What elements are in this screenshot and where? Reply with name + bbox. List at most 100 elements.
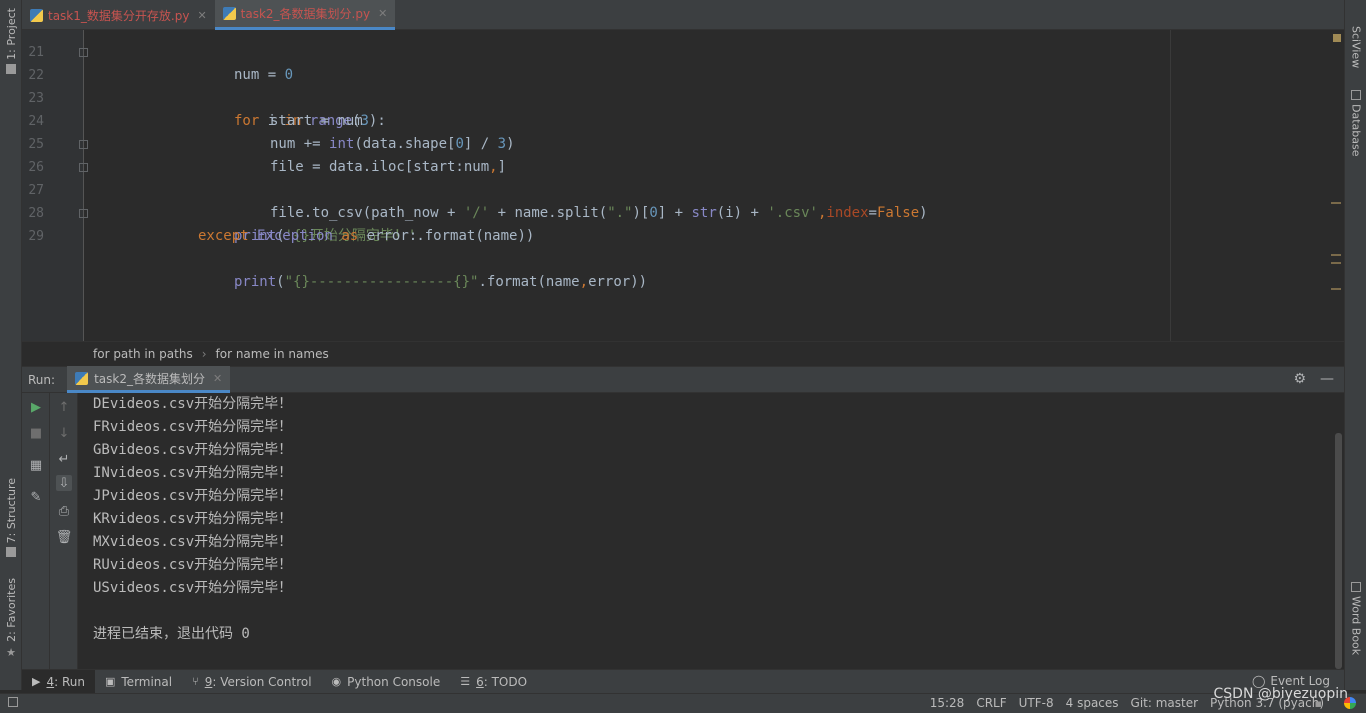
arrow-up-icon[interactable]: ↑ bbox=[56, 399, 72, 415]
scroll-marker bbox=[1331, 202, 1341, 204]
fold-marker-icon[interactable] bbox=[79, 140, 88, 149]
structure-icon bbox=[6, 547, 16, 558]
code-text: print("{}-----------------{}".format(nam… bbox=[234, 274, 648, 290]
code-line: 29 print("{}-----------------{}".format(… bbox=[22, 202, 1322, 290]
tab-task2[interactable]: task2_各数据集划分.py ✕ bbox=[214, 0, 396, 30]
run-icon: ▶ bbox=[32, 675, 41, 688]
scroll-marker bbox=[1331, 262, 1341, 264]
file-encoding[interactable]: UTF-8 bbox=[1019, 696, 1054, 710]
rerun-icon[interactable]: ▶ bbox=[28, 399, 44, 415]
close-icon[interactable]: ✕ bbox=[197, 9, 206, 22]
terminal-tool-button[interactable]: ▣ Terminal bbox=[95, 670, 182, 694]
close-icon[interactable]: ✕ bbox=[378, 7, 387, 20]
breadcrumb-item[interactable]: for name in names bbox=[216, 347, 329, 361]
console-line: JPvideos.csv开始分隔完毕！ bbox=[93, 488, 293, 504]
favorites-tool-tab[interactable]: 2: Favorites ★ bbox=[0, 578, 22, 659]
layout-icon[interactable]: ▦ bbox=[28, 457, 44, 473]
code-line: 27 print('{}开始分隔完毕！'.format(name)) bbox=[22, 156, 1322, 244]
hector-icon[interactable] bbox=[1344, 697, 1356, 709]
close-icon[interactable]: ✕ bbox=[213, 372, 222, 385]
editor-scrollbar[interactable] bbox=[1330, 30, 1344, 341]
tab-task1[interactable]: task1_数据集分开存放.py ✕ bbox=[22, 0, 215, 30]
minimize-icon[interactable]: — bbox=[1320, 371, 1334, 387]
database-icon bbox=[1351, 90, 1361, 100]
structure-tool-tab[interactable]: 7: Structure bbox=[0, 478, 22, 558]
terminal-icon: ▣ bbox=[104, 675, 116, 688]
code-line: 22 for i in range(3): bbox=[22, 41, 1322, 129]
inspection-status-icon[interactable] bbox=[1333, 34, 1341, 42]
scroll-marker bbox=[1331, 288, 1341, 290]
project-tool-label: 1: Project bbox=[4, 8, 18, 60]
stop-icon[interactable]: ■ bbox=[28, 425, 44, 441]
watermark: CSDN @biyezuopin bbox=[1213, 686, 1348, 702]
tool-label: Terminal bbox=[121, 674, 173, 689]
run-config-tab[interactable]: task2_各数据集划分 ✕ bbox=[67, 366, 231, 393]
console-line: 进程已结束，退出代码 0 bbox=[93, 626, 250, 642]
console-line: RUvideos.csv开始分隔完毕！ bbox=[93, 557, 293, 573]
fold-marker-icon[interactable] bbox=[79, 48, 88, 57]
run-toolbar-primary: ▶ ■ ▦ ✎ bbox=[22, 393, 50, 669]
tool-label: : Version Control bbox=[212, 674, 312, 689]
console-output[interactable]: DEvideos.csv开始分隔完毕！ FRvideos.csv开始分隔完毕！ … bbox=[93, 393, 292, 646]
soft-wrap-icon[interactable]: ↵ bbox=[56, 451, 72, 467]
todo-icon: ☰ bbox=[460, 675, 471, 688]
run-tool-button[interactable]: ▶ 4: Run bbox=[22, 669, 95, 694]
git-branch[interactable]: Git: master bbox=[1131, 696, 1199, 710]
left-tool-strip: 1: Project 7: Structure 2: Favorites ★ bbox=[0, 0, 22, 690]
scroll-marker bbox=[1331, 254, 1341, 256]
python-console-icon: ◉ bbox=[331, 675, 342, 688]
code-line: 25 file = data.iloc[start:num,] bbox=[22, 110, 1322, 175]
project-tool-tab[interactable]: 1: Project bbox=[0, 8, 22, 74]
gear-icon[interactable]: ⚙ bbox=[1293, 371, 1306, 387]
sciview-tool-label: SciView bbox=[1349, 26, 1363, 69]
database-tool-tab[interactable]: Database bbox=[1345, 90, 1366, 157]
status-layout-icon[interactable] bbox=[8, 697, 18, 707]
right-tool-strip: SciView Database Word Book bbox=[1344, 0, 1366, 690]
fold-marker-icon[interactable] bbox=[79, 209, 88, 218]
scroll-to-end-icon[interactable]: ⇩ bbox=[56, 475, 72, 491]
run-tab-label: task2_各数据集划分 bbox=[94, 371, 205, 386]
vcs-icon: ⑂ bbox=[192, 675, 199, 688]
line-separator[interactable]: CRLF bbox=[976, 696, 1006, 710]
caret-position[interactable]: 15:28 bbox=[930, 696, 965, 710]
arrow-down-icon[interactable]: ↓ bbox=[56, 425, 72, 441]
print-icon[interactable]: ⎙ bbox=[56, 503, 72, 519]
tab-label: task1_数据集分开存放.py bbox=[48, 8, 190, 23]
fold-marker-icon[interactable] bbox=[79, 163, 88, 172]
console-line: GBvideos.csv开始分隔完毕！ bbox=[93, 442, 293, 458]
wordbook-tool-label: Word Book bbox=[1349, 596, 1363, 656]
sciview-tool-tab[interactable]: SciView bbox=[1345, 26, 1366, 68]
python-file-icon bbox=[30, 8, 43, 22]
todo-tool-button[interactable]: ☰ 6: TODO bbox=[450, 670, 537, 694]
run-window-header: Run: task2_各数据集划分 ✕ ⚙ — bbox=[22, 366, 1344, 393]
console-line: INvideos.csv开始分隔完毕！ bbox=[93, 465, 293, 481]
wordbook-tool-tab[interactable]: Word Book bbox=[1345, 582, 1366, 655]
python-console-tool-button[interactable]: ◉ Python Console bbox=[322, 670, 451, 694]
version-control-tool-button[interactable]: ⑂ 9: Version Control bbox=[182, 670, 321, 694]
indent-setting[interactable]: 4 spaces bbox=[1066, 696, 1119, 710]
console-line: MXvideos.csv开始分隔完毕！ bbox=[93, 534, 293, 550]
console-scrollbar[interactable] bbox=[1335, 433, 1342, 669]
trash-icon[interactable]: 🗑 bbox=[56, 529, 73, 545]
python-file-icon bbox=[222, 7, 236, 20]
breadcrumb: for path in paths › for name in names bbox=[22, 341, 1344, 366]
pin-icon[interactable]: ✎ bbox=[28, 489, 44, 505]
console-line: FRvideos.csv开始分隔完毕！ bbox=[93, 419, 293, 435]
code-line: 26 file.to_csv(path_now + '/' + name.spl… bbox=[22, 133, 1322, 221]
console-line: USvideos.csv开始分隔完毕！ bbox=[93, 580, 293, 596]
tool-label: Python Console bbox=[347, 674, 441, 689]
console-line: KRvideos.csv开始分隔完毕！ bbox=[93, 511, 293, 527]
code-line: 28 except Exception as error: bbox=[22, 179, 1322, 244]
code-line: 24 num += int(data.shape[0] / 3) bbox=[22, 87, 1322, 152]
code-text: except Exception as error: bbox=[198, 228, 418, 244]
breadcrumb-item[interactable]: for path in paths bbox=[93, 347, 193, 361]
tool-key: 4 bbox=[46, 674, 55, 689]
tool-label: : TODO bbox=[483, 674, 528, 689]
structure-tool-label: 7: Structure bbox=[4, 478, 18, 544]
folder-icon bbox=[6, 63, 16, 74]
chevron-right-icon: › bbox=[201, 347, 207, 361]
code-editor[interactable]: 21 num = 0 22 for i in range(3): 23 star… bbox=[22, 30, 1344, 341]
tool-key: 9 bbox=[204, 674, 213, 689]
status-bar: 15:28 CRLF UTF-8 4 spaces Git: master Py… bbox=[0, 693, 1366, 713]
